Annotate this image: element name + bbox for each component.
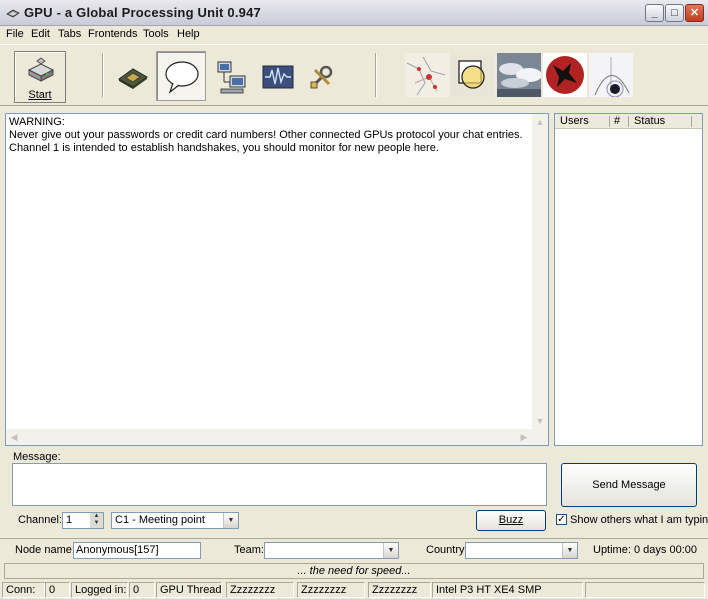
bird-frontend-button[interactable]	[543, 53, 587, 97]
chat-line: WARNING:	[9, 116, 65, 128]
toolbar-separator	[375, 53, 377, 97]
orbit-frontend-icon	[589, 53, 633, 97]
chat-vertical-scrollbar[interactable]: ▲ ▼	[532, 114, 548, 445]
map-frontend-button[interactable]	[405, 53, 449, 97]
node-info-row: Node name: Anonymous[157] Team: ▼ Countr…	[0, 538, 708, 562]
send-message-button[interactable]: Send Message	[561, 463, 697, 507]
menu-edit[interactable]: Edit	[31, 28, 50, 40]
menu-file[interactable]: File	[6, 28, 24, 40]
bird-logo-frontend-icon	[543, 53, 587, 97]
title-bar[interactable]: GPU - a Global Processing Unit 0.947 _ □…	[0, 0, 708, 26]
users-list[interactable]: Users # Status	[554, 113, 703, 446]
status-thread-3: Zzzzzzzz	[368, 582, 431, 598]
menu-tabs[interactable]: Tabs	[58, 28, 81, 40]
monitor-tab-button[interactable]	[252, 51, 302, 101]
scroll-down-icon[interactable]: ▼	[532, 413, 548, 429]
scroll-right-icon[interactable]: ▶	[516, 429, 532, 445]
team-select[interactable]: ▼	[264, 542, 399, 559]
cpu-tab-button[interactable]	[107, 51, 157, 101]
status-logged-label: Logged in:	[71, 582, 128, 598]
chat-line: Channel 1 is intended to establish hands…	[9, 142, 439, 154]
maximize-button[interactable]: □	[665, 4, 684, 22]
close-icon: ✕	[689, 7, 700, 19]
status-bar: Conn: 0 Logged in: 0 GPU Threads Zzzzzzz…	[0, 581, 708, 599]
country-label: Country:	[426, 544, 468, 556]
node-name-input[interactable]: Anonymous[157]	[73, 542, 201, 559]
chat-line: Never give out your passwords or credit …	[9, 129, 523, 141]
tools-wrench-icon	[310, 65, 333, 89]
message-label: Message:	[13, 451, 61, 463]
clouds-frontend-icon	[497, 53, 541, 97]
motto-banner: ... the need for speed...	[4, 563, 704, 579]
column-divider[interactable]	[628, 116, 629, 127]
status-conn-value: 0	[45, 582, 70, 598]
menu-help[interactable]: Help	[177, 28, 200, 40]
chat-bubble-icon	[165, 61, 199, 94]
chat-tab-button[interactable]	[156, 51, 206, 101]
uptime-value: 0 days 00:00	[634, 544, 697, 556]
team-label: Team:	[234, 544, 264, 556]
minimize-button[interactable]: _	[645, 4, 664, 22]
menu-bar: File Edit Tabs Frontends Tools Help	[0, 26, 708, 44]
column-status[interactable]: Status	[634, 115, 665, 127]
status-thread-1: Zzzzzzzz	[226, 582, 294, 598]
chevron-down-icon[interactable]: ▼	[383, 543, 398, 558]
channel-label: Channel:	[18, 514, 63, 526]
maximize-icon: □	[671, 7, 678, 19]
start-label: Start	[28, 89, 52, 101]
status-conn-label: Conn:	[2, 582, 45, 598]
status-extra	[585, 582, 705, 598]
column-divider[interactable]	[691, 116, 692, 127]
menu-tools[interactable]: Tools	[143, 28, 169, 40]
users-list-header: Users # Status	[555, 114, 702, 129]
clouds-frontend-button[interactable]	[497, 53, 541, 97]
scroll-up-icon[interactable]: ▲	[532, 114, 548, 130]
minimize-icon: _	[651, 7, 658, 19]
status-logged-value: 0	[129, 582, 155, 598]
message-input[interactable]	[12, 463, 547, 506]
chevron-down-icon[interactable]: ▼	[562, 543, 577, 558]
network-computers-icon	[217, 61, 246, 94]
start-button[interactable]: Start	[14, 51, 66, 103]
show-typing-checkbox[interactable]: ✓	[556, 514, 567, 525]
cpu-chip-icon	[118, 68, 148, 89]
channel-number-spinner[interactable]: 1 ▲ ▼	[62, 512, 104, 529]
close-button[interactable]: ✕	[685, 4, 704, 22]
show-typing-label: Show others what I am typing	[570, 514, 708, 526]
network-tab-button[interactable]	[206, 51, 256, 101]
spinner-arrows-icon[interactable]: ▲ ▼	[90, 513, 103, 528]
channel-select[interactable]: C1 - Meeting point ▼	[111, 512, 239, 529]
column-number[interactable]: #	[614, 115, 620, 127]
chevron-down-icon[interactable]: ▼	[223, 513, 238, 528]
window-title: GPU - a Global Processing Unit 0.947	[24, 5, 261, 20]
chat-log[interactable]: WARNING: Never give out your passwords o…	[5, 113, 549, 446]
shapes-frontend-button[interactable]	[451, 53, 495, 97]
status-thread-2: Zzzzzzzz	[297, 582, 365, 598]
status-cpu: Intel P3 HT XE4 SMP	[432, 582, 583, 598]
uptime-label: Uptime:	[593, 544, 631, 556]
channel-number-value: 1	[66, 514, 73, 526]
column-divider[interactable]	[609, 116, 610, 127]
chat-horizontal-scrollbar[interactable]: ◀ ▶	[6, 429, 532, 445]
node-name-label: Node name:	[15, 544, 75, 556]
column-users[interactable]: Users	[560, 115, 589, 127]
buzz-button[interactable]: Buzz	[476, 510, 546, 531]
shapes-frontend-icon	[451, 53, 495, 97]
toolbar-separator	[102, 53, 104, 97]
map-frontend-icon	[405, 53, 449, 97]
channel-selected-value: C1 - Meeting point	[115, 514, 205, 526]
orbit-frontend-button[interactable]	[589, 53, 633, 97]
gpu-app-icon	[6, 9, 20, 18]
hard-drive-icon	[27, 57, 55, 82]
tools-tab-button[interactable]	[296, 51, 346, 101]
status-threads-label: GPU Threads	[156, 582, 222, 598]
waveform-monitor-icon	[262, 65, 294, 89]
menu-frontends[interactable]: Frontends	[88, 28, 138, 40]
app-window: GPU - a Global Processing Unit 0.947 _ □…	[0, 0, 708, 599]
chat-text: WARNING: Never give out your passwords o…	[9, 116, 529, 155]
toolbar: Start	[0, 44, 708, 106]
country-select[interactable]: ▼	[465, 542, 578, 559]
scroll-left-icon[interactable]: ◀	[6, 429, 22, 445]
node-name-value: Anonymous[157]	[76, 544, 159, 556]
